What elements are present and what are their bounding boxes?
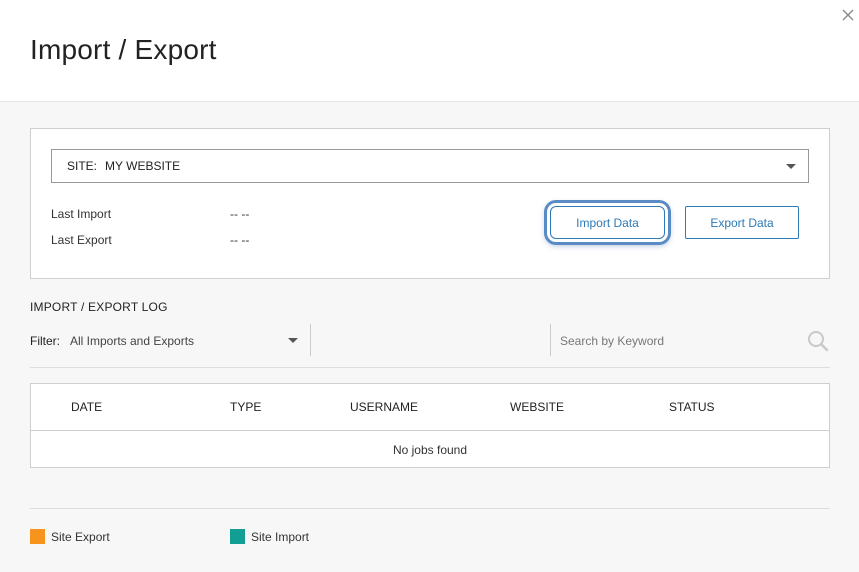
legend-swatch-site-import <box>230 529 245 544</box>
export-data-button[interactable]: Export Data <box>685 206 799 239</box>
legend-label-site-export: Site Export <box>51 529 110 544</box>
site-select[interactable]: SITE: MY WEBSITE <box>51 149 809 183</box>
column-header-status[interactable]: STATUS <box>669 400 715 414</box>
legend-divider <box>30 508 830 509</box>
column-header-website[interactable]: WEBSITE <box>510 400 564 414</box>
site-select-prefix: SITE: <box>67 159 98 173</box>
filter-select-value: All Imports and Exports <box>70 334 195 348</box>
last-import-row: Last Import -- -- <box>51 207 249 221</box>
empty-table-message: No jobs found <box>392 442 468 457</box>
column-header-type[interactable]: TYPE <box>230 400 261 414</box>
search-icon[interactable] <box>807 330 829 352</box>
column-header-username[interactable]: USERNAME <box>350 400 418 414</box>
site-select-value: MY WEBSITE <box>105 159 181 173</box>
last-import-label: Last Import <box>51 207 112 221</box>
last-export-row: Last Export -- -- <box>51 233 249 247</box>
filter-label: Filter: <box>30 334 60 348</box>
last-export-value: -- -- <box>230 233 250 247</box>
import-data-button[interactable]: Import Data <box>550 206 665 239</box>
legend-label-site-import: Site Import <box>251 529 310 544</box>
log-section-title: IMPORT / EXPORT LOG <box>30 300 168 314</box>
filter-select[interactable]: All Imports and Exports <box>70 324 310 356</box>
close-icon <box>842 9 854 21</box>
search-divider <box>550 324 551 356</box>
filter-divider <box>310 324 311 356</box>
log-table: DATE TYPE USERNAME WEBSITE STATUS No job… <box>30 383 830 468</box>
legend-item-site-export: Site Export <box>30 529 110 544</box>
last-export-label: Last Export <box>51 233 112 247</box>
table-header: DATE TYPE USERNAME WEBSITE STATUS <box>31 384 829 431</box>
log-filter-bar: Filter: All Imports and Exports <box>30 324 830 368</box>
column-header-date[interactable]: DATE <box>71 400 102 414</box>
caret-down-icon <box>786 164 796 169</box>
legend-swatch-site-export <box>30 529 45 544</box>
search-input[interactable] <box>560 330 800 352</box>
legend-item-site-import: Site Import <box>230 529 309 544</box>
site-panel: SITE: MY WEBSITE Last Import -- -- Last … <box>30 128 830 279</box>
modal-header: Import / Export <box>0 0 859 102</box>
page-title: Import / Export <box>30 34 217 65</box>
close-button[interactable] <box>841 8 855 22</box>
caret-down-icon <box>288 338 298 343</box>
last-import-value: -- -- <box>230 207 250 221</box>
